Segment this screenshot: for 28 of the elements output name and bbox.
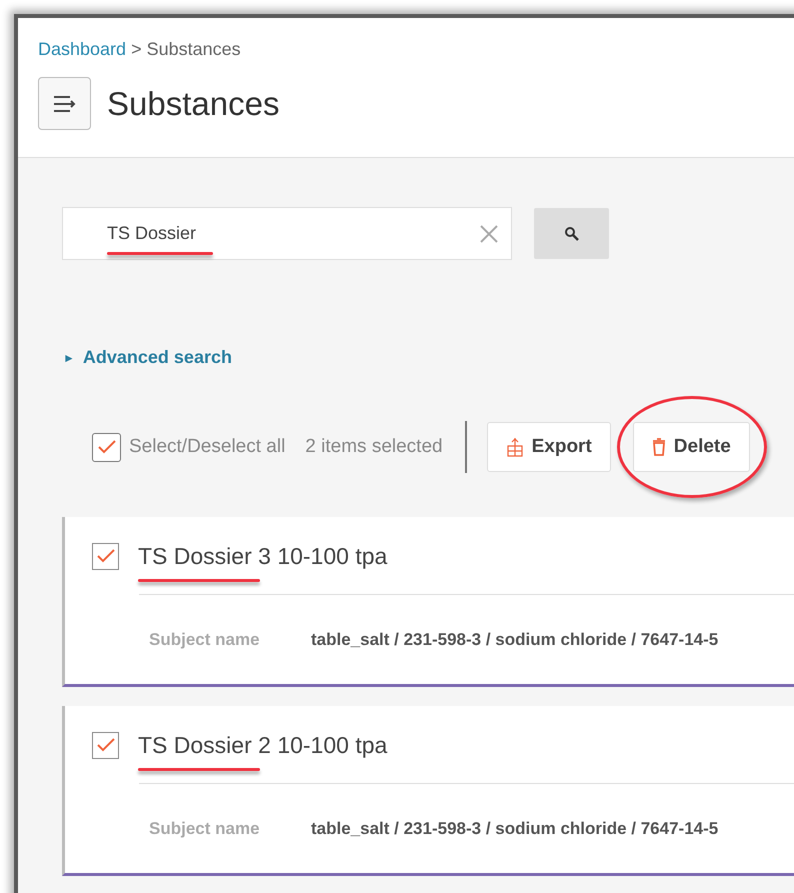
menu-button[interactable] xyxy=(38,77,91,130)
field-value: table_salt / 231-598-3 / sodium chloride / 7647-14-5 xyxy=(311,628,718,650)
checkmark-icon xyxy=(98,440,116,454)
checkbox[interactable] xyxy=(92,542,119,570)
search-field[interactable]: TS Dossier xyxy=(62,207,512,260)
result-title[interactable]: TS Dossier 2 10-100 tpa xyxy=(138,732,388,758)
advanced-search-toggle[interactable]: ► Advanced search xyxy=(63,344,232,371)
search-value: TS Dossier xyxy=(107,223,196,243)
export-icon xyxy=(506,437,524,457)
breadcrumb-current: Substances xyxy=(146,39,241,59)
breadcrumb-separator: > xyxy=(131,39,142,59)
delete-button[interactable]: Delete xyxy=(632,422,750,472)
checkmark-icon xyxy=(96,738,114,752)
export-button[interactable]: Export xyxy=(486,422,611,472)
field-value: table_salt / 231-598-3 / sodium chloride / 7647-14-5 xyxy=(311,818,718,840)
checkmark-icon xyxy=(96,549,114,564)
page-title: Substances xyxy=(107,84,280,124)
checkbox[interactable] xyxy=(92,432,121,462)
trash-icon xyxy=(652,438,666,456)
field-label: Subject name xyxy=(149,818,261,840)
field-label: Subject name xyxy=(149,628,261,650)
breadcrumb-link[interactable]: Dashboard xyxy=(38,39,126,59)
result-title[interactable]: TS Dossier 3 10-100 tpa xyxy=(138,543,388,569)
selection-count: 2 items selected xyxy=(305,434,443,459)
clear-icon[interactable] xyxy=(479,224,499,244)
menu-icon xyxy=(52,94,78,112)
checkbox[interactable] xyxy=(92,732,119,759)
search-icon xyxy=(564,226,580,242)
